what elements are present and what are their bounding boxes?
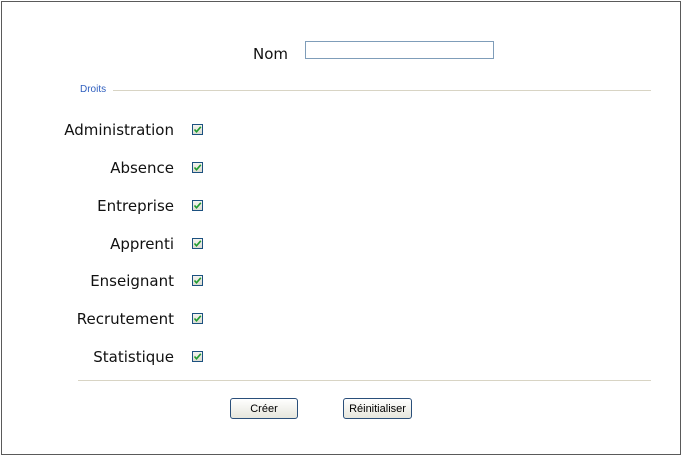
permission-checkbox-recrutement[interactable] — [192, 313, 203, 324]
permission-row-recrutement: Recrutement — [2, 308, 302, 330]
permission-label: Enseignant — [90, 272, 174, 290]
permission-row-entreprise: Entreprise — [2, 195, 302, 217]
reset-button[interactable]: Réinitialiser — [343, 398, 412, 419]
actions-divider — [78, 380, 651, 381]
name-label: Nom — [253, 45, 289, 63]
permission-row-absence: Absence — [2, 157, 302, 179]
permission-checkbox-absence[interactable] — [192, 162, 203, 173]
permission-checkbox-administration[interactable] — [192, 124, 203, 135]
permission-row-administration: Administration — [2, 119, 302, 141]
checkmark-icon — [193, 315, 202, 323]
checkmark-icon — [193, 202, 202, 210]
permission-row-statistique: Statistique — [2, 346, 302, 368]
checkmark-icon — [193, 126, 202, 134]
permission-row-apprenti: Apprenti — [2, 233, 302, 255]
name-input[interactable] — [305, 41, 494, 59]
permission-checkbox-enseignant[interactable] — [192, 275, 203, 286]
permission-label: Absence — [110, 159, 174, 177]
permission-checkbox-entreprise[interactable] — [192, 200, 203, 211]
checkmark-icon — [193, 240, 202, 248]
permission-label: Recrutement — [76, 310, 174, 328]
checkmark-icon — [193, 353, 202, 361]
form-frame: Nom Droits Administration Absence Entrep… — [1, 1, 681, 455]
permission-checkbox-statistique[interactable] — [192, 351, 203, 362]
permission-row-enseignant: Enseignant — [2, 270, 302, 292]
create-button[interactable]: Créer — [230, 398, 298, 419]
rights-legend: Droits — [80, 84, 107, 95]
checkmark-icon — [193, 164, 202, 172]
permission-label: Administration — [64, 121, 174, 139]
rights-divider — [113, 90, 651, 91]
permission-label: Entreprise — [97, 197, 174, 215]
permission-checkbox-apprenti[interactable] — [192, 238, 203, 249]
checkmark-icon — [193, 277, 202, 285]
permission-label: Apprenti — [110, 235, 174, 253]
permission-label: Statistique — [93, 348, 174, 366]
